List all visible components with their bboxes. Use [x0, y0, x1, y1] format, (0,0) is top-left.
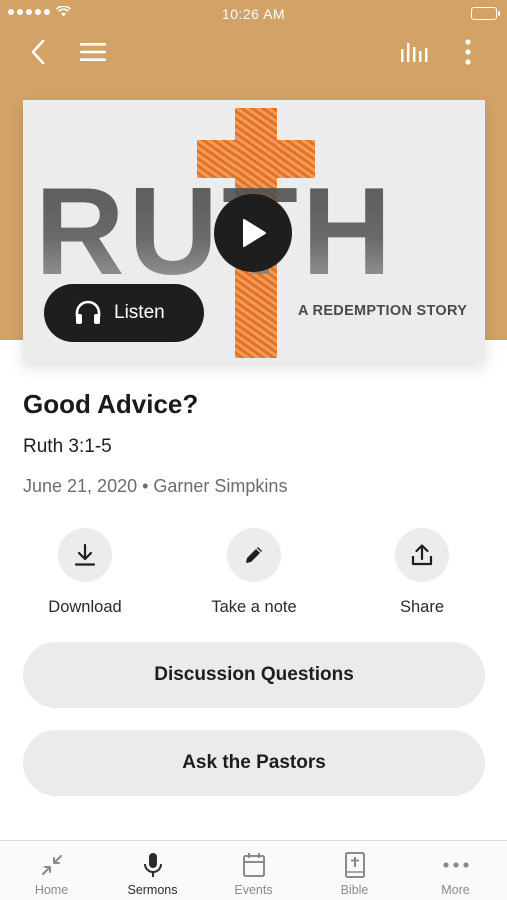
listen-label: Listen — [114, 302, 165, 323]
series-subtitle: A REDEMPTION STORY — [298, 303, 468, 319]
audio-button[interactable] — [397, 34, 433, 70]
sermon-series-artwork: RUTH A REDEMPTION STORY Listen — [23, 100, 485, 362]
download-action[interactable]: Download — [20, 528, 150, 617]
tab-more[interactable]: More — [405, 841, 506, 900]
pencil-icon — [246, 547, 262, 563]
tab-home[interactable]: Home — [1, 841, 102, 900]
take-note-button[interactable] — [227, 528, 281, 582]
tab-home-label: Home — [34, 883, 69, 897]
battery-icon — [471, 7, 500, 20]
more-vertical-icon — [465, 39, 471, 65]
audio-bars-icon — [401, 43, 428, 62]
hamburger-menu-icon — [80, 43, 106, 61]
download-label: Download — [48, 598, 122, 616]
take-note-label: Take a note — [211, 598, 297, 616]
play-icon — [243, 219, 266, 247]
calendar-icon — [242, 853, 265, 877]
tab-events-label: Events — [234, 883, 273, 897]
sermon-date-speaker: June 21, 2020 • Garner Simpkins — [23, 476, 288, 496]
take-note-action[interactable]: Take a note — [189, 528, 319, 617]
discussion-questions-button[interactable]: Discussion Questions — [23, 642, 485, 708]
download-icon — [74, 543, 96, 566]
play-button[interactable] — [214, 194, 292, 272]
share-action[interactable]: Share — [357, 528, 487, 617]
tab-sermons[interactable]: Sermons — [102, 841, 203, 900]
listen-button[interactable]: Listen — [44, 284, 204, 342]
tab-more-label: More — [441, 883, 470, 897]
microphone-icon — [143, 853, 162, 877]
chevron-left-icon — [31, 39, 45, 65]
menu-button[interactable] — [75, 34, 111, 70]
sermon-scripture: Ruth 3:1-5 — [23, 436, 112, 457]
headphones-icon — [75, 300, 101, 324]
top-nav-bar — [0, 28, 507, 76]
download-button[interactable] — [58, 528, 112, 582]
sermon-title: Good Advice? — [23, 389, 199, 419]
share-button[interactable] — [395, 528, 449, 582]
tab-bible-label: Bible — [340, 883, 369, 897]
status-time: 10:26 AM — [221, 6, 286, 22]
more-horizontal-icon — [442, 862, 469, 868]
share-label: Share — [399, 598, 445, 616]
more-options-button[interactable] — [450, 34, 486, 70]
bottom-tab-bar: Home Sermons Events Bible More — [0, 840, 507, 900]
tab-events[interactable]: Events — [203, 841, 304, 900]
bible-icon — [344, 852, 365, 878]
tab-sermons-label: Sermons — [127, 883, 178, 897]
tab-bible[interactable]: Bible — [304, 841, 405, 900]
back-button[interactable] — [20, 34, 56, 70]
ask-the-pastors-button[interactable]: Ask the Pastors — [23, 730, 485, 796]
home-compress-icon — [41, 855, 62, 875]
status-bar: 10:26 AM — [0, 0, 507, 28]
share-icon — [411, 544, 433, 566]
